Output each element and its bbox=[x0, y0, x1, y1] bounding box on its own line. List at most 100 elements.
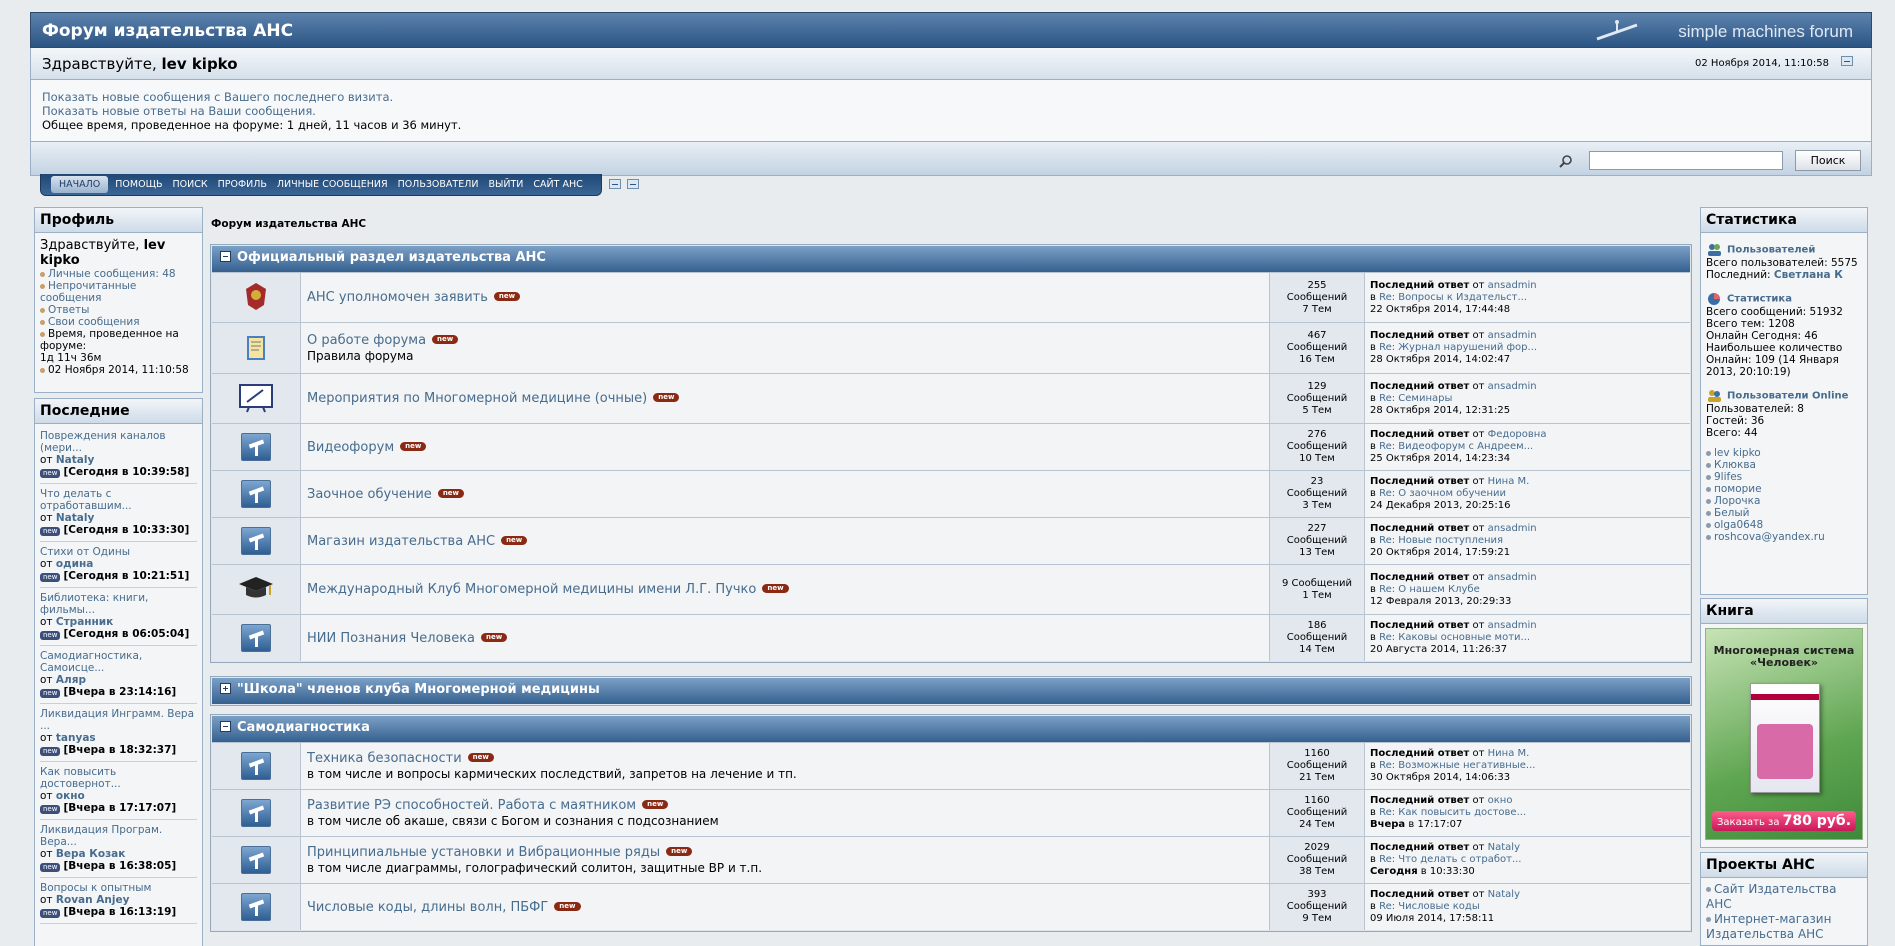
last-post-author-link[interactable]: ansadmin bbox=[1488, 620, 1537, 631]
board-link[interactable]: Мероприятия по Многомерной медицине (очн… bbox=[307, 391, 647, 406]
last-post-topic-link[interactable]: Re: Семинары bbox=[1379, 393, 1452, 404]
stats-link[interactable]: Статистика bbox=[1727, 294, 1792, 305]
last-post-topic-link[interactable]: Re: Вопросы к Издательст... bbox=[1379, 292, 1527, 303]
board-link[interactable]: Заочное обучение bbox=[307, 487, 432, 502]
latest-member-link[interactable]: Светлана К bbox=[1774, 269, 1843, 281]
recent-author-link[interactable]: Странник bbox=[56, 616, 113, 628]
stats-users-link[interactable]: Пользователей bbox=[1727, 245, 1815, 256]
recent-topic-link[interactable]: Вопросы к опытным bbox=[40, 882, 151, 894]
board-link[interactable]: Числовые коды, длины волн, ПБФГ bbox=[307, 900, 548, 915]
last-post-author-link[interactable]: ansadmin bbox=[1488, 572, 1537, 583]
menu-item-6[interactable]: ВЫЙТИ bbox=[483, 179, 528, 190]
last-post-author-link[interactable]: Федоровна bbox=[1488, 429, 1547, 440]
category-header[interactable]: Официальный раздел издательства АНС bbox=[212, 246, 1690, 272]
recent-author-link[interactable]: Nataly bbox=[56, 454, 94, 466]
online-user-link[interactable]: поморие bbox=[1714, 483, 1762, 495]
board-link[interactable]: НИИ Познания Человека bbox=[307, 631, 475, 646]
recent-topic-link[interactable]: Самодиагностика, Самоисце... bbox=[40, 650, 142, 674]
new-posts-link[interactable]: Показать новые сообщения с Вашего послед… bbox=[42, 90, 393, 104]
last-post-author-link[interactable]: ansadmin bbox=[1488, 280, 1537, 291]
recent-author-link[interactable]: Rovan Anjey bbox=[56, 894, 130, 906]
book-advert-image[interactable]: Многомерная система «Человек» Заказать з… bbox=[1705, 628, 1863, 840]
menu-item-1[interactable]: ПОМОЩЬ bbox=[110, 179, 167, 190]
recent-author-link[interactable]: одина bbox=[56, 558, 93, 570]
recent-topic-link[interactable]: Стихи от Одины bbox=[40, 546, 130, 558]
category-title[interactable]: Официальный раздел издательства АНС bbox=[237, 250, 546, 265]
board-link[interactable]: Видеофорум bbox=[307, 440, 394, 455]
project-link[interactable]: Интернет-магазин Издательства АНС bbox=[1706, 912, 1831, 941]
menu-item-3[interactable]: ПРОФИЛЬ bbox=[213, 179, 272, 190]
last-post-topic-link[interactable]: Re: Что делать с отработ... bbox=[1379, 854, 1521, 865]
collapse-category-icon[interactable] bbox=[220, 721, 231, 732]
last-post-topic-link[interactable]: Re: Возможные негативные... bbox=[1379, 760, 1535, 771]
menu-item-2[interactable]: ПОИСК bbox=[167, 179, 212, 190]
last-post-author-link[interactable]: Nataly bbox=[1488, 842, 1520, 853]
online-user-link[interactable]: Белый bbox=[1714, 507, 1750, 519]
last-post-author-link[interactable]: ansadmin bbox=[1488, 330, 1537, 341]
recent-author-link[interactable]: Аляр bbox=[56, 674, 86, 686]
menu-item-7[interactable]: САЙТ АНС bbox=[528, 179, 587, 190]
online-user-link[interactable]: Лорочка bbox=[1714, 495, 1760, 507]
collapse-category-icon[interactable] bbox=[220, 251, 231, 262]
search-input[interactable] bbox=[1589, 151, 1783, 170]
board-link[interactable]: Техника безопасности bbox=[307, 751, 462, 766]
recent-topic-link[interactable]: Ликвидация Програм. Вера... bbox=[40, 824, 162, 848]
recent-topic-link[interactable]: Что делать с отработавшим... bbox=[40, 488, 132, 512]
book-cover-icon bbox=[1750, 683, 1820, 793]
last-post-author-link[interactable]: ansadmin bbox=[1488, 381, 1537, 392]
board-link[interactable]: Международный Клуб Многомерной медицины … bbox=[307, 582, 756, 597]
online-user-link[interactable]: roshcova@yandex.ru bbox=[1714, 531, 1825, 543]
recent-author-link[interactable]: Вера Козак bbox=[56, 848, 126, 860]
board-link[interactable]: АНС уполномочен заявить bbox=[307, 290, 488, 305]
board-link[interactable]: Развитие РЭ способностей. Работа с маятн… bbox=[307, 798, 636, 813]
recent-topic-link[interactable]: Библиотека: книги, фильмы... bbox=[40, 592, 148, 616]
online-user-link[interactable]: 9lifes bbox=[1714, 471, 1742, 483]
new-replies-link[interactable]: Показать новые ответы на Ваши сообщения. bbox=[42, 104, 316, 118]
collapse-menu-icon[interactable] bbox=[609, 179, 621, 189]
project-link[interactable]: Сайт Издательства АНС bbox=[1706, 882, 1836, 911]
category-title[interactable]: "Школа" членов клуба Многомерной медицин… bbox=[237, 682, 600, 697]
recent-topic-link[interactable]: Повреждения каналов (мери... bbox=[40, 430, 166, 454]
online-user-link[interactable]: Клюква bbox=[1714, 459, 1756, 471]
online-user-link[interactable]: lev kipko bbox=[1714, 447, 1761, 459]
collapse-upshrink-icon[interactable] bbox=[627, 179, 639, 189]
menu-item-0[interactable]: НАЧАЛО bbox=[51, 176, 109, 193]
last-post-topic-link[interactable]: Re: О заочном обучении bbox=[1379, 488, 1506, 499]
last-post-author-link[interactable]: ansadmin bbox=[1488, 523, 1537, 534]
board-link[interactable]: Магазин издательства АНС bbox=[307, 534, 495, 549]
last-post-author-link[interactable]: Nataly bbox=[1488, 889, 1520, 900]
last-post-topic-link[interactable]: Re: Новые поступления bbox=[1379, 535, 1503, 546]
recent-author-link[interactable]: Nataly bbox=[56, 512, 94, 524]
category-header[interactable]: "Школа" членов клуба Многомерной медицин… bbox=[212, 678, 1690, 704]
last-post-topic-link[interactable]: Re: Журнал нарушений фор... bbox=[1379, 342, 1537, 353]
last-post-author-link[interactable]: Нина М. bbox=[1488, 748, 1530, 759]
order-book-button[interactable]: Заказать за 780 руб. bbox=[1712, 811, 1856, 831]
collapse-header-icon[interactable] bbox=[1841, 56, 1853, 66]
last-post-topic-link[interactable]: Re: Числовые коды bbox=[1379, 901, 1480, 912]
board-link[interactable]: О работе форума bbox=[307, 333, 426, 348]
search-button[interactable]: Поиск bbox=[1795, 150, 1861, 171]
recent-topic-link[interactable]: Как повысить достовернот... bbox=[40, 766, 121, 790]
category-header[interactable]: Самодиагностика bbox=[212, 716, 1690, 742]
last-post-topic-link[interactable]: Re: Каковы основные моти... bbox=[1379, 632, 1530, 643]
menu-item-5[interactable]: ПОЛЬЗОВАТЕЛИ bbox=[393, 179, 484, 190]
expand-category-icon[interactable] bbox=[220, 683, 231, 694]
own-posts-link[interactable]: Свои сообщения bbox=[48, 316, 140, 328]
last-post-topic-link[interactable]: Re: Видеофорум с Андреем... bbox=[1379, 441, 1533, 452]
recent-author-link[interactable]: tanyas bbox=[56, 732, 96, 744]
category-title[interactable]: Самодиагностика bbox=[237, 720, 370, 735]
recent-author-link[interactable]: окно bbox=[56, 790, 85, 802]
menu-item-4[interactable]: ЛИЧНЫЕ СООБЩЕНИЯ bbox=[272, 179, 393, 190]
recent-topic-link[interactable]: Ликвидация Инграмм. Вера ... bbox=[40, 708, 194, 732]
last-post-topic-link[interactable]: Re: О нашем Клубе bbox=[1379, 584, 1480, 595]
pm-link[interactable]: Личные сообщения: 48 bbox=[48, 268, 176, 280]
last-post-author-link[interactable]: Нина М. bbox=[1488, 476, 1530, 487]
online-users-link[interactable]: Пользователи Online bbox=[1727, 391, 1848, 402]
unread-link[interactable]: Непрочитанные сообщения bbox=[40, 280, 136, 304]
last-post-author-link[interactable]: окно bbox=[1488, 795, 1513, 806]
last-post-topic-link[interactable]: Re: Как повысить достове... bbox=[1379, 807, 1526, 818]
breadcrumb[interactable]: Форум издательства АНС bbox=[211, 218, 366, 230]
board-link[interactable]: Принципиальные установки и Вибрационные … bbox=[307, 845, 660, 860]
replies-link[interactable]: Ответы bbox=[48, 304, 89, 316]
online-user-link[interactable]: olga0648 bbox=[1714, 519, 1763, 531]
